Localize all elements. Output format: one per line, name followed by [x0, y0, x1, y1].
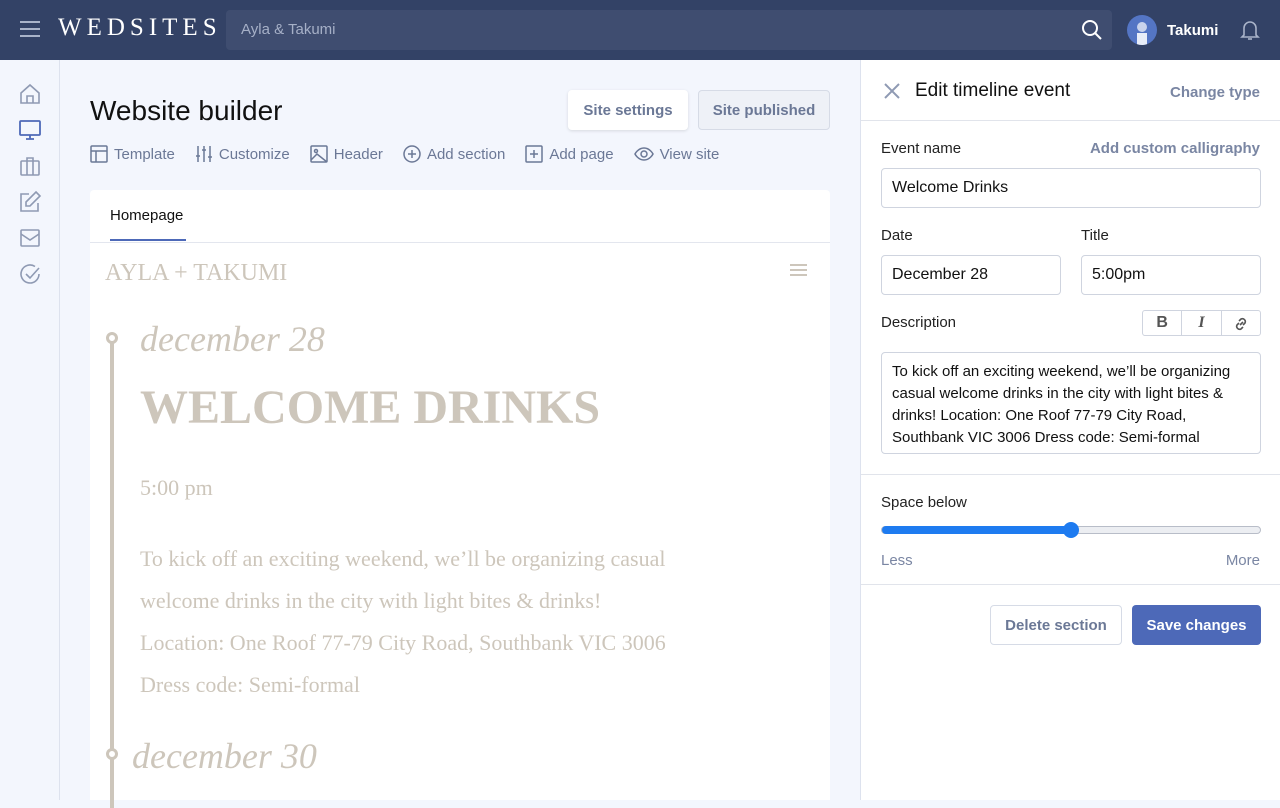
timeline-dot [106, 748, 118, 760]
bell-icon[interactable] [1238, 18, 1262, 42]
next-event-date[interactable]: december 30 [132, 735, 317, 777]
event-name-input[interactable]: Welcome Drinks [881, 168, 1261, 208]
user-name[interactable]: Takumi [1167, 22, 1218, 39]
couple-name: AYLA + TAKUMI [105, 260, 288, 286]
date-label: Date [881, 227, 913, 244]
search-input[interactable]: Ayla & Takumi [226, 10, 1112, 50]
view-site-button[interactable]: View site [633, 145, 720, 163]
search-value: Ayla & Takumi [241, 21, 336, 38]
space-below-label: Space below [881, 494, 967, 511]
date-input[interactable]: December 28 [881, 255, 1061, 295]
top-bar: WEDSITES Ayla & Takumi Takumi [0, 0, 1280, 60]
event-time[interactable]: 5:00 pm [140, 475, 213, 501]
slider-handle[interactable] [1063, 522, 1079, 538]
add-page-label: Add page [549, 145, 614, 163]
template-label: Template [114, 145, 175, 163]
mail-icon[interactable] [18, 226, 42, 250]
space-below-slider[interactable] [881, 522, 1261, 538]
view-site-label: View site [659, 145, 720, 163]
site-preview: Homepage AYLA + TAKUMI december 28 WELCO… [90, 190, 830, 808]
site-published-button[interactable]: Site published [698, 90, 830, 130]
tab-indicator [110, 239, 186, 241]
site-settings-button[interactable]: Site settings [568, 90, 688, 130]
timeline-line [110, 338, 114, 808]
search-icon[interactable] [1080, 18, 1104, 42]
eye-icon [633, 147, 654, 161]
image-icon [309, 145, 328, 163]
less-label: Less [881, 552, 913, 569]
add-page-button[interactable]: Add page [525, 145, 614, 163]
avatar[interactable] [1127, 15, 1157, 45]
check-circle-icon[interactable] [18, 262, 42, 286]
template-button[interactable]: Template [90, 145, 175, 163]
page-title: Website builder [90, 95, 283, 126]
custom-calligraphy-link[interactable]: Add custom calligraphy [1090, 140, 1260, 157]
event-title[interactable]: WELCOME DRINKS [140, 380, 600, 435]
delete-section-button[interactable]: Delete section [990, 605, 1122, 645]
briefcase-icon[interactable] [18, 154, 42, 178]
timeline-dot [106, 332, 118, 344]
link-icon[interactable] [1222, 311, 1260, 335]
bold-icon[interactable]: B [1143, 311, 1183, 335]
logo: WEDSITES [58, 14, 222, 41]
plus-circle-icon [403, 145, 421, 163]
panel-title: Edit timeline event [915, 80, 1071, 101]
template-icon [90, 145, 108, 163]
header-button[interactable]: Header [309, 145, 383, 163]
change-type-link[interactable]: Change type [1170, 84, 1260, 101]
divider [90, 242, 830, 243]
format-toolbar: B I [1142, 310, 1261, 336]
sliders-icon [195, 146, 212, 162]
description-line: Location: One Roof 77-79 City Road, Sout… [140, 630, 666, 655]
title-input[interactable]: 5:00pm [1081, 255, 1261, 295]
save-changes-button[interactable]: Save changes [1132, 605, 1261, 645]
description-textarea[interactable]: To kick off an exciting weekend, we’ll b… [881, 352, 1261, 454]
builder-toolbar: Template Customize Header Add section Ad… [90, 145, 719, 163]
header-label: Header [333, 145, 383, 163]
divider [861, 584, 1280, 585]
slider-fill [882, 526, 1071, 534]
description-label: Description [881, 314, 957, 331]
divider [861, 120, 1280, 121]
tab-homepage[interactable]: Homepage [110, 207, 183, 224]
sidebar [0, 60, 60, 800]
customize-label: Customize [218, 145, 290, 163]
event-description[interactable]: To kick off an exciting weekend, we’ll b… [140, 538, 666, 706]
add-section-button[interactable]: Add section [403, 145, 505, 163]
customize-button[interactable]: Customize [195, 145, 290, 163]
close-icon[interactable] [883, 82, 901, 100]
event-date[interactable]: december 28 [140, 318, 325, 360]
more-label: More [1225, 552, 1260, 569]
italic-icon[interactable]: I [1182, 311, 1222, 335]
description-line: Dress code: Semi-formal [140, 672, 360, 697]
add-section-label: Add section [426, 145, 506, 163]
preview-menu-icon[interactable] [790, 264, 807, 276]
edit-icon[interactable] [18, 190, 42, 214]
plus-square-icon [525, 145, 544, 163]
edit-panel: Edit timeline event Change type Event na… [860, 60, 1280, 800]
home-icon[interactable] [18, 82, 42, 106]
description-line: welcome drinks in the city with light bi… [140, 588, 602, 613]
monitor-icon[interactable] [18, 118, 42, 142]
hamburger-menu-icon[interactable] [20, 21, 40, 42]
event-name-label: Event name [881, 140, 962, 157]
description-line: To kick off an exciting weekend, we’ll b… [140, 546, 666, 571]
divider [861, 474, 1280, 475]
title-label: Title [1081, 227, 1109, 244]
